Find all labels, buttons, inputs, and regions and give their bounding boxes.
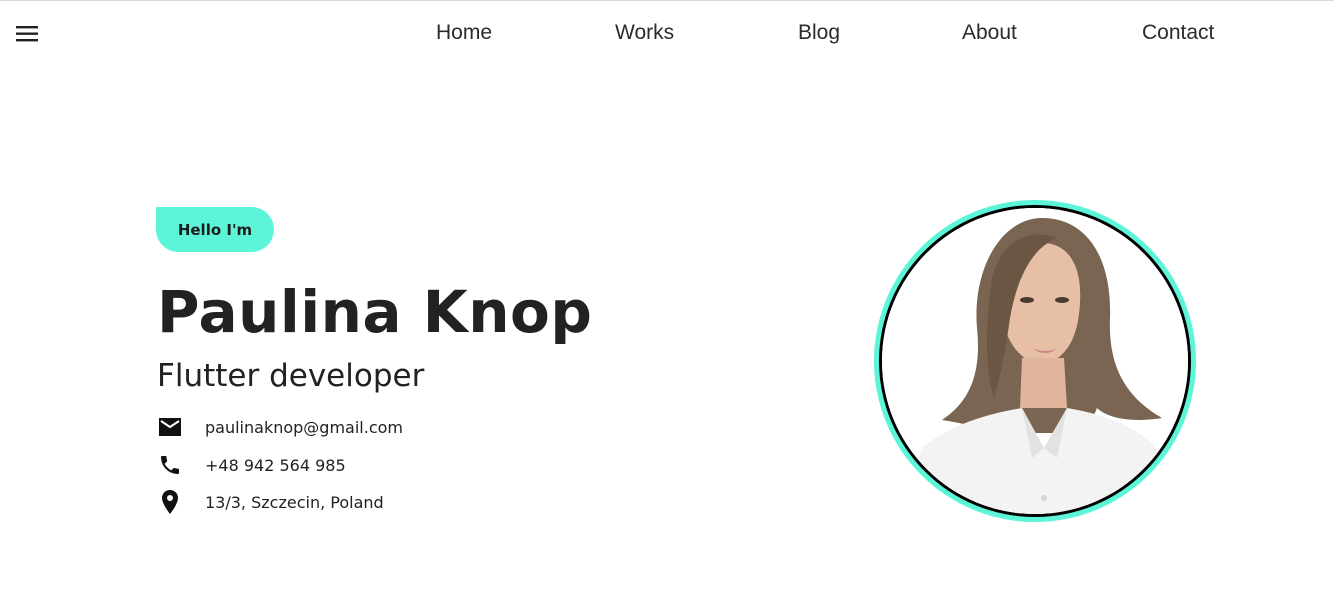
top-divider [0,0,1334,1]
nav-item-blog[interactable]: Blog [798,18,840,48]
nav-item-home[interactable]: Home [436,18,492,48]
nav-item-contact[interactable]: Contact [1142,18,1214,48]
mail-icon [157,414,183,440]
nav-item-works[interactable]: Works [615,18,674,48]
phone-icon [157,452,183,478]
avatar-photo [882,208,1188,514]
greeting-badge: Hello I'm [156,207,274,252]
nav-item-about[interactable]: About [962,18,1017,48]
location-pin-icon [157,489,183,515]
contact-phone-row: +48 942 564 985 [157,451,346,479]
contact-address-text: 13/3, Szczecin, Poland [205,492,384,512]
contact-email-row: paulinaknop@gmail.com [157,413,403,441]
person-name: Paulina Knop [157,278,593,346]
contact-address-row: 13/3, Szczecin, Poland [157,488,384,516]
avatar [874,200,1196,522]
avatar-border [879,205,1191,517]
job-title: Flutter developer [157,358,425,394]
contact-phone-text: +48 942 564 985 [205,455,346,475]
top-navigation: Home Works Blog About Contact [0,18,1334,50]
contact-email-text: paulinaknop@gmail.com [205,417,403,437]
